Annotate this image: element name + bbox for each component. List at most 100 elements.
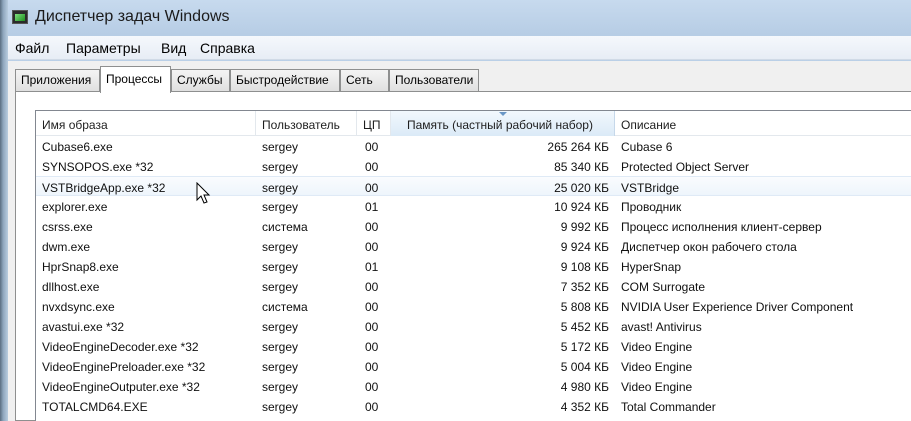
process-memory-cell: 4 980 КБ [560,380,609,394]
process-user-cell: sergey [262,380,299,394]
process-row[interactable]: explorer.exe sergey 01 10 924 КБ Проводник [36,196,911,216]
menu-help[interactable]: Справка [200,40,255,56]
process-image-cell: Cubase6.exe [42,140,113,154]
process-row[interactable]: dllhost.exe sergey 00 7 352 КБ COM Surrogate [36,276,911,296]
process-image-cell: VideoEngineDecoder.exe *32 [42,340,199,354]
column-header-user[interactable]: Пользователь [256,111,357,136]
process-cpu-cell: 00 [365,340,379,354]
process-memory-cell: 9 992 КБ [560,220,609,234]
process-description-cell: Диспетчер окон рабочего стола [621,240,797,254]
process-memory-cell: 5 452 КБ [560,320,609,334]
process-image-cell: VSTBridgeApp.exe *32 [42,181,166,195]
menu-options[interactable]: Параметры [66,40,141,56]
process-row[interactable]: csrss.exe система 00 9 992 КБ Процесс исполн… [36,216,911,236]
process-image-cell: avastui.exe *32 [42,320,125,334]
process-memory-cell: 4 352 КБ [560,400,609,414]
process-row[interactable]: nvxdsync.exe система 00 5 808 КБ NVIDIA User… [36,296,911,316]
process-user-cell: sergey [262,140,299,154]
column-header-description[interactable]: Описание [615,111,911,136]
process-row[interactable]: VSTBridgeApp.exe *32 sergey 00 25 020 КБ VST… [36,176,911,196]
process-image-cell: csrss.exe [42,220,93,234]
process-cpu-cell: 01 [365,200,379,214]
process-image-cell: VideoEnginePreloader.exe *32 [42,360,206,374]
process-row[interactable]: TOTALCMD64.EXE sergey 00 4 352 КБ Total Comm… [36,396,911,416]
process-user-cell: система [262,300,308,314]
process-row[interactable]: HprSnap8.exe sergey 01 9 108 КБ HyperSnap [36,256,911,276]
process-description-cell: Процесс исполнения клиент-сервер [621,220,822,234]
tab-processes[interactable]: Процессы [100,66,171,93]
process-cpu-cell: 00 [365,300,379,314]
process-memory-cell: 5 004 КБ [560,360,609,374]
tab-performance[interactable]: Быстродействие [230,69,340,91]
task-manager-icon [12,10,28,24]
process-cpu-cell: 00 [365,280,379,294]
process-memory-cell: 9 924 КБ [560,240,609,254]
process-user-cell: sergey [262,160,299,174]
tab-applications[interactable]: Приложения [15,69,100,91]
process-memory-cell: 5 172 КБ [560,340,609,354]
process-row[interactable]: avastui.exe *32 sergey 00 5 452 КБ avast! An… [36,316,911,336]
process-memory-cell: 85 340 КБ [554,160,609,174]
process-description-cell: avast! Antivirus [621,320,702,334]
mouse-pointer-icon [196,182,211,204]
column-header-cpu[interactable]: ЦП [357,111,391,136]
menu-file[interactable]: Файл [15,40,49,56]
process-memory-cell: 7 352 КБ [560,280,609,294]
process-row[interactable]: VideoEngineOutputer.exe *32 sergey 00 4 980… [36,376,911,396]
process-row[interactable]: Cubase6.exe sergey 00 265 264 КБ Cubase 6 [36,136,911,156]
client-area: Приложения Процессы Службы Быстродействи… [8,61,911,421]
process-description-cell: Protected Object Server [621,160,750,174]
process-description-cell: HyperSnap [621,260,682,274]
process-user-cell: система [262,220,308,234]
process-row[interactable]: dwm.exe sergey 00 9 924 КБ Диспетчер окон ра… [36,236,911,256]
process-user-cell: sergey [262,400,299,414]
process-cpu-cell: 01 [365,260,379,274]
process-description-cell: COM Surrogate [621,280,706,294]
process-cpu-cell: 00 [365,160,379,174]
process-user-cell: sergey [262,200,299,214]
column-header-image[interactable]: Имя образа [36,111,256,136]
process-row[interactable]: VideoEnginePreloader.exe *32 sergey 00 5 00… [36,356,911,376]
desktop-edge [0,0,8,421]
process-description-cell: Проводник [621,200,682,214]
process-description-cell: Video Engine [621,360,693,374]
process-description-cell: VSTBridge [621,181,680,195]
process-row[interactable]: SYNSOPOS.exe *32 sergey 00 85 340 КБ Protect… [36,156,911,176]
process-image-cell: dwm.exe [42,240,91,254]
process-memory-cell: 10 924 КБ [554,200,609,214]
process-memory-cell: 265 264 КБ [547,140,609,154]
process-user-cell: sergey [262,320,299,334]
process-cpu-cell: 00 [365,140,379,154]
process-description-cell: Cubase 6 [621,140,673,154]
process-cpu-cell: 00 [365,320,379,334]
tab-users[interactable]: Пользователи [389,69,479,91]
menu-view[interactable]: Вид [161,40,186,56]
process-cpu-cell: 00 [365,240,379,254]
task-manager-window: Диспетчер задач Windows Файл Параметры В… [8,0,911,421]
process-memory-cell: 25 020 КБ [554,181,609,195]
process-list[interactable]: Имя образа Пользователь ЦП Память (частн… [35,110,911,421]
process-user-cell: sergey [262,340,299,354]
tab-network[interactable]: Сеть [340,69,389,91]
process-image-cell: nvxdsync.exe [42,300,115,314]
process-image-cell: TOTALCMD64.EXE [42,400,148,414]
process-memory-cell: 9 108 КБ [560,260,609,274]
window-title: Диспетчер задач Windows [35,8,230,25]
process-row[interactable]: VideoEngineDecoder.exe *32 sergey 00 5 172 … [36,336,911,356]
process-image-cell: explorer.exe [42,200,108,214]
process-cpu-cell: 00 [365,400,379,414]
process-user-cell: sergey [262,280,299,294]
process-description-cell: Video Engine [621,340,693,354]
process-user-cell: sergey [262,360,299,374]
process-user-cell: sergey [262,181,299,195]
process-image-cell: HprSnap8.exe [42,260,119,274]
column-header-memory-label: Память (частный рабочий набор) [407,118,593,132]
title-bar[interactable]: Диспетчер задач Windows [8,0,911,36]
process-image-cell: dllhost.exe [42,280,100,294]
tab-services[interactable]: Службы [171,69,230,91]
process-cpu-cell: 00 [365,380,379,394]
column-header-memory[interactable]: Память (частный рабочий набор) [391,111,615,136]
process-description-cell: Video Engine [621,380,693,394]
process-image-cell: VideoEngineOutputer.exe *32 [42,380,200,394]
process-memory-cell: 5 808 КБ [560,300,609,314]
